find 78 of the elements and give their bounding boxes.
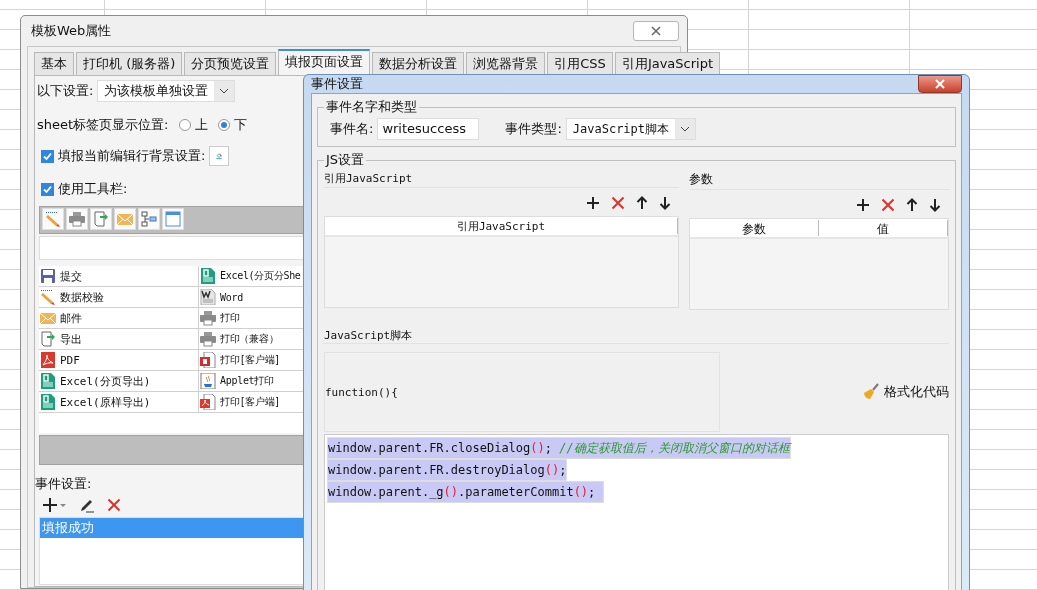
delete-icon[interactable] <box>107 498 121 512</box>
column-header: 引用JavaScript <box>325 218 678 234</box>
section-title: 参数 <box>689 172 713 186</box>
column-header: 参数 <box>690 220 819 236</box>
column-header: 值 <box>819 220 948 236</box>
section-title: JavaScript脚本 <box>324 329 413 342</box>
tab[interactable]: 基本 <box>34 52 74 75</box>
toolbar-button[interactable] <box>162 208 184 230</box>
group-title: 事件名字和类型 <box>325 98 418 116</box>
pdf-document-icon <box>200 394 216 410</box>
move-down-icon[interactable] <box>929 198 941 212</box>
code-editor[interactable]: window.parent.FR.closeDialog(); //确定获取值后，关闭取消父窗口的对话框 window.parent.FR.destroyDialog(); window.parent._g().parameterCommit(); <box>324 434 949 590</box>
checkbox-label: 填报当前编辑行背景设置: <box>58 147 206 165</box>
radio-button[interactable] <box>217 119 230 131</box>
event-type-dropdown[interactable]: JavaScript脚本 <box>565 118 697 140</box>
close-icon <box>935 79 945 89</box>
labeled-document-icon <box>200 352 216 368</box>
group-title: JS设置 <box>324 151 366 169</box>
sheet-tab-position-label: sheet标签页显示位置: <box>37 116 169 134</box>
tab[interactable]: 填报页面设置 <box>278 49 371 75</box>
move-up-icon[interactable] <box>906 198 918 212</box>
tab[interactable]: 引用CSS <box>547 52 613 75</box>
move-up-icon[interactable] <box>636 196 648 210</box>
tab[interactable]: 浏览器背景 <box>466 52 546 75</box>
export-document-icon <box>93 211 109 227</box>
printer-icon <box>200 310 216 326</box>
steaming-cup-icon <box>200 373 216 389</box>
window-title: 模板Web属性 <box>31 22 112 40</box>
add-icon[interactable] <box>586 196 600 210</box>
toolbar-option[interactable]: 提交 <box>39 266 199 287</box>
printer-icon <box>200 331 216 347</box>
add-icon[interactable] <box>856 198 870 212</box>
toolbar-option[interactable]: 导出 <box>39 329 199 350</box>
format-code-button[interactable]: 格式化代码 <box>862 352 949 432</box>
printer-icon <box>69 211 85 227</box>
function-header: function(){ <box>325 385 398 399</box>
template-setting-dropdown[interactable]: 为该模板单独设置 <box>97 80 236 102</box>
pencil-icon <box>45 211 61 227</box>
toolbar-button[interactable] <box>90 208 112 230</box>
dialog-title: 事件设置 <box>311 75 363 93</box>
chevron-down-icon <box>680 126 691 132</box>
pencil-icon <box>40 289 56 305</box>
chevron-down-icon <box>219 88 230 94</box>
setting-label: 以下设置: <box>37 82 94 100</box>
word-document-icon <box>200 289 216 305</box>
toolbar-option[interactable]: Excel(分页导出) <box>39 371 199 392</box>
toolbar-option[interactable]: 数据校验 <box>39 287 199 308</box>
radio-label: 下 <box>233 116 247 134</box>
event-settings-label: 事件设置: <box>35 475 93 493</box>
event-name-field[interactable]: writesuccess <box>377 118 480 140</box>
tab[interactable]: 打印机 (服务器) <box>76 52 183 75</box>
toolbar-button[interactable] <box>138 208 160 230</box>
toolbar-button[interactable] <box>42 208 64 230</box>
radio-button[interactable] <box>178 119 191 131</box>
section-title: 引用JavaScript <box>324 172 413 185</box>
toolbar-option[interactable]: 邮件 <box>39 308 199 329</box>
close-button[interactable] <box>918 75 962 93</box>
toolbar-button[interactable] <box>66 208 88 230</box>
add-dropdown-icon[interactable] <box>43 497 67 513</box>
move-down-icon[interactable] <box>659 196 671 210</box>
checkbox[interactable] <box>41 182 54 196</box>
tab[interactable]: 分页预览设置 <box>184 52 277 75</box>
tab[interactable]: 引用JavaScript <box>614 52 721 75</box>
broom-icon <box>862 383 880 401</box>
delete-icon[interactable] <box>611 196 625 210</box>
toolbar-option[interactable]: PDF <box>39 350 199 371</box>
event-type-label: 事件类型: <box>505 120 562 138</box>
close-icon <box>651 26 661 36</box>
pencil-icon[interactable] <box>79 497 95 513</box>
delete-icon[interactable] <box>881 198 895 212</box>
event-name-label: 事件名: <box>330 120 374 138</box>
list-arrow-icon <box>141 211 157 227</box>
window-icon <box>165 211 181 227</box>
checkbox-label: 使用工具栏: <box>58 180 128 198</box>
radio-label: 上 <box>194 116 208 134</box>
envelope-icon <box>117 211 133 227</box>
checkbox[interactable] <box>41 149 54 163</box>
tab[interactable]: 数据分析设置 <box>372 52 465 75</box>
